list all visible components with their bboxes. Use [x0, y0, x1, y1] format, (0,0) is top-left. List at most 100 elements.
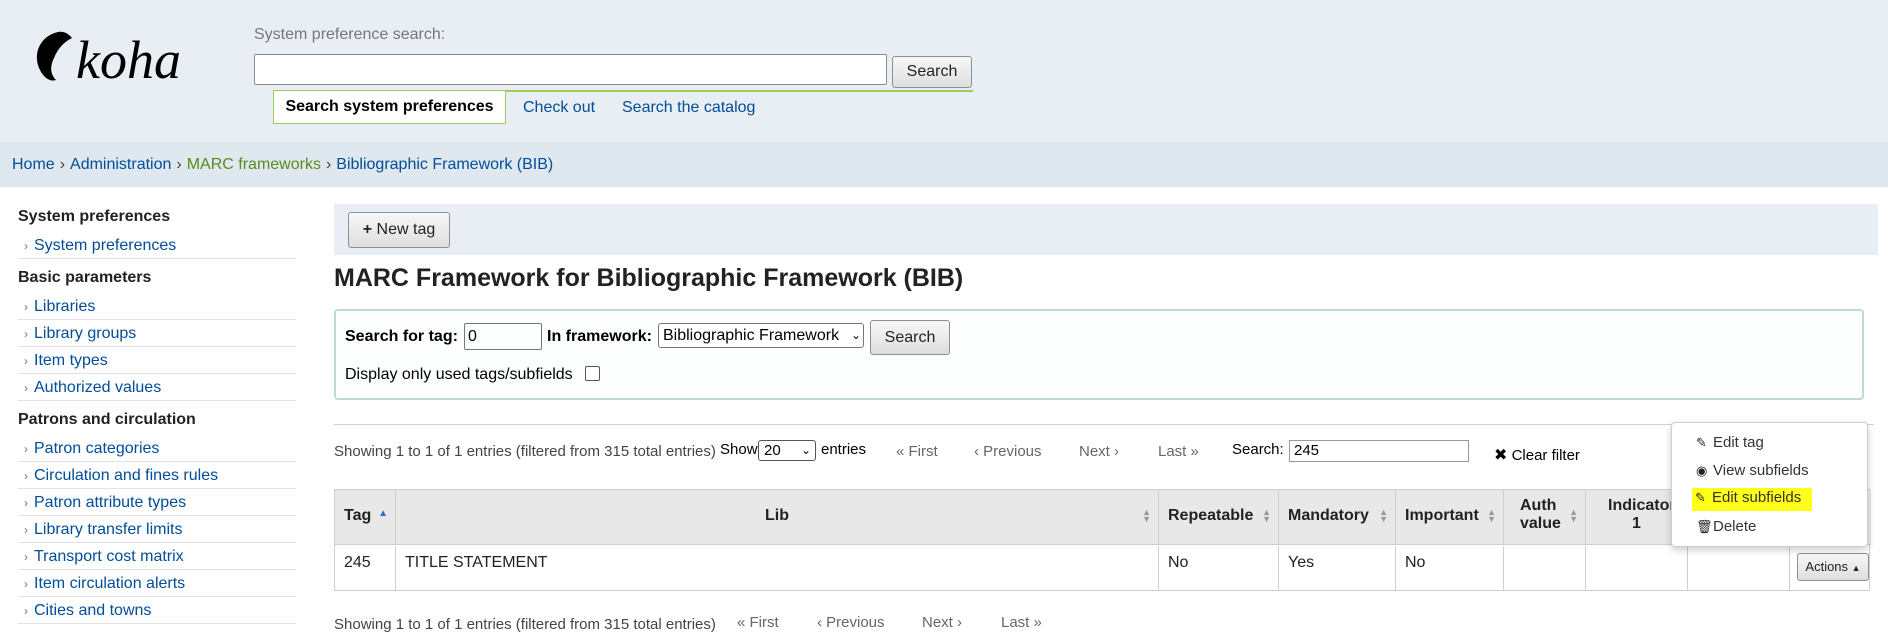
entries-label: entries: [821, 441, 867, 458]
sidebar-section-title: Basic parameters: [18, 269, 152, 286]
divider: [334, 424, 1874, 425]
sidebar-item-transport-cost-matrix[interactable]: › Transport cost matrix: [18, 543, 296, 570]
pager-previous-bottom[interactable]: ‹ Previous: [817, 614, 885, 631]
actions-button[interactable]: Actions ▲: [1797, 553, 1869, 581]
search-for-tag-label: Search for tag:: [345, 328, 458, 345]
column-header-lib[interactable]: Lib ▲ ▼: [396, 490, 1159, 545]
chevron-right-icon: ›: [24, 523, 28, 537]
sidebar-item-authorized-values[interactable]: › Authorized values: [18, 374, 296, 401]
tab-search-catalog[interactable]: Search the catalog: [622, 99, 755, 117]
pager-next[interactable]: Next ›: [1079, 443, 1119, 460]
page-length-select[interactable]: 20 ⌄: [758, 440, 816, 461]
framework-select[interactable]: Bibliographic Framework ⌄: [658, 323, 864, 348]
framework-select-value: Bibliographic Framework: [663, 327, 840, 344]
cell-lib: TITLE STATEMENT: [396, 546, 1159, 591]
chevron-down-icon: ⌄: [800, 443, 811, 457]
sidebar: System preferences › System preferences B…: [18, 208, 296, 624]
filter-search-button[interactable]: Search: [870, 320, 950, 355]
filter-form: Search for tag: 0 In framework: Bibliogr…: [334, 309, 1864, 400]
menu-item-view-subfields[interactable]: ◉ View subfields: [1696, 462, 1809, 479]
search-label: System preference search:: [254, 26, 446, 43]
pager-next-bottom[interactable]: Next ›: [922, 614, 962, 631]
chevron-right-icon: ›: [24, 604, 28, 618]
cell-important: No: [1396, 546, 1504, 591]
pager-previous[interactable]: ‹ Previous: [974, 443, 1042, 460]
clear-filter-link[interactable]: ✖ Clear filter: [1494, 445, 1580, 465]
cell-tag: 245: [335, 546, 396, 591]
breadcrumb-administration[interactable]: Administration: [70, 156, 171, 173]
in-framework-label: In framework:: [547, 328, 652, 345]
column-header-auth-value[interactable]: Auth value ▲ ▼: [1504, 490, 1586, 545]
chevron-right-icon: ›: [24, 496, 28, 510]
chevron-right-icon: ›: [24, 469, 28, 483]
pager-last-bottom[interactable]: Last »: [1001, 614, 1042, 631]
chevron-right-icon: ›: [24, 300, 28, 314]
sidebar-item-item-types[interactable]: › Item types: [18, 347, 296, 374]
eye-icon: ◉: [1696, 463, 1708, 478]
sidebar-item-label[interactable]: Libraries: [34, 298, 95, 315]
tab-search-system-preferences[interactable]: Search system preferences: [273, 91, 506, 124]
tag-search-input[interactable]: 0: [464, 323, 542, 350]
caret-up-icon: ▲: [1851, 563, 1861, 573]
sidebar-item-cities-and-towns[interactable]: › Cities and towns: [18, 597, 296, 624]
show-label: Show: [720, 441, 758, 458]
column-header-mandatory[interactable]: Mandatory ▲ ▼: [1279, 490, 1396, 545]
search-input[interactable]: [254, 54, 887, 85]
sidebar-item-item-circulation-alerts[interactable]: › Item circulation alerts: [18, 570, 296, 597]
chevron-right-icon: ›: [24, 550, 28, 564]
koha-logo[interactable]: koha: [28, 28, 213, 86]
only-used-tags-checkbox[interactable]: [585, 366, 600, 381]
sidebar-item-label[interactable]: Circulation and fines rules: [34, 467, 218, 484]
sidebar-item-library-transfer-limits[interactable]: › Library transfer limits: [18, 516, 296, 543]
chevron-down-icon: ⌄: [848, 324, 861, 347]
new-tag-button[interactable]: + New tag: [348, 212, 450, 248]
trash-icon: 🗑: [1696, 519, 1713, 534]
menu-item-edit-subfields[interactable]: ✎ Edit subfields: [1695, 489, 1801, 506]
pager-last[interactable]: Last »: [1158, 443, 1199, 460]
close-icon: ✖: [1494, 447, 1508, 464]
table-search-input[interactable]: 245: [1289, 440, 1469, 462]
sidebar-item-label[interactable]: Library transfer limits: [34, 521, 182, 538]
toolbar: [334, 204, 1878, 255]
cell-indicator-1: [1586, 546, 1688, 591]
pager-first-bottom[interactable]: « First: [737, 614, 779, 631]
menu-item-edit-tag[interactable]: ✎ Edit tag: [1696, 434, 1764, 451]
column-header-repeatable[interactable]: Repeatable ▲ ▼: [1159, 490, 1279, 545]
breadcrumb-separator: ›: [59, 156, 66, 173]
sidebar-item-label[interactable]: Item types: [34, 352, 108, 369]
column-header-tag[interactable]: Tag ▲: [335, 490, 396, 545]
cell-indicator-2: [1688, 546, 1790, 591]
menu-item-delete[interactable]: 🗑Delete: [1696, 518, 1756, 535]
sidebar-item-label[interactable]: Library groups: [34, 325, 136, 342]
sidebar-item-libraries[interactable]: › Libraries: [18, 293, 296, 320]
breadcrumb-current[interactable]: Bibliographic Framework (BIB): [336, 156, 553, 173]
sidebar-item-label[interactable]: System preferences: [34, 237, 176, 254]
sidebar-item-label[interactable]: Patron categories: [34, 440, 159, 457]
breadcrumb-marc-frameworks[interactable]: MARC frameworks: [187, 156, 321, 173]
actions-dropdown-menu: ✎ Edit tag ◉ View subfields 🗑Delete: [1671, 422, 1868, 547]
breadcrumb-separator: ›: [325, 156, 332, 173]
pencil-icon: ✎: [1696, 435, 1707, 450]
pager-first[interactable]: « First: [896, 443, 938, 460]
sidebar-item-patron-attribute-types[interactable]: › Patron attribute types: [18, 489, 296, 516]
sidebar-item-label[interactable]: Patron attribute types: [34, 494, 186, 511]
sidebar-item-label[interactable]: Item circulation alerts: [34, 575, 185, 592]
breadcrumb-home[interactable]: Home: [12, 156, 55, 173]
chevron-right-icon: ›: [24, 442, 28, 456]
sidebar-item-label[interactable]: Cities and towns: [34, 602, 151, 619]
sidebar-item-patron-categories[interactable]: › Patron categories: [18, 435, 296, 462]
chevron-right-icon: ›: [24, 354, 28, 368]
sort-icon: ▲ ▼: [1379, 507, 1388, 524]
tab-check-out[interactable]: Check out: [523, 99, 595, 117]
sidebar-item-circulation-rules[interactable]: › Circulation and fines rules: [18, 462, 296, 489]
sort-icon: ▲ ▼: [1569, 507, 1578, 524]
sidebar-item-system-preferences[interactable]: › System preferences: [18, 232, 296, 259]
column-header-important[interactable]: Important ▲ ▼: [1396, 490, 1504, 545]
sidebar-item-label[interactable]: Transport cost matrix: [34, 548, 184, 565]
sidebar-item-library-groups[interactable]: › Library groups: [18, 320, 296, 347]
table-search-label: Search:: [1232, 441, 1284, 458]
actions-label: Actions: [1805, 559, 1849, 574]
sidebar-item-label[interactable]: Authorized values: [34, 379, 161, 396]
cell-repeatable: No: [1159, 546, 1279, 591]
search-button[interactable]: Search: [892, 56, 972, 88]
